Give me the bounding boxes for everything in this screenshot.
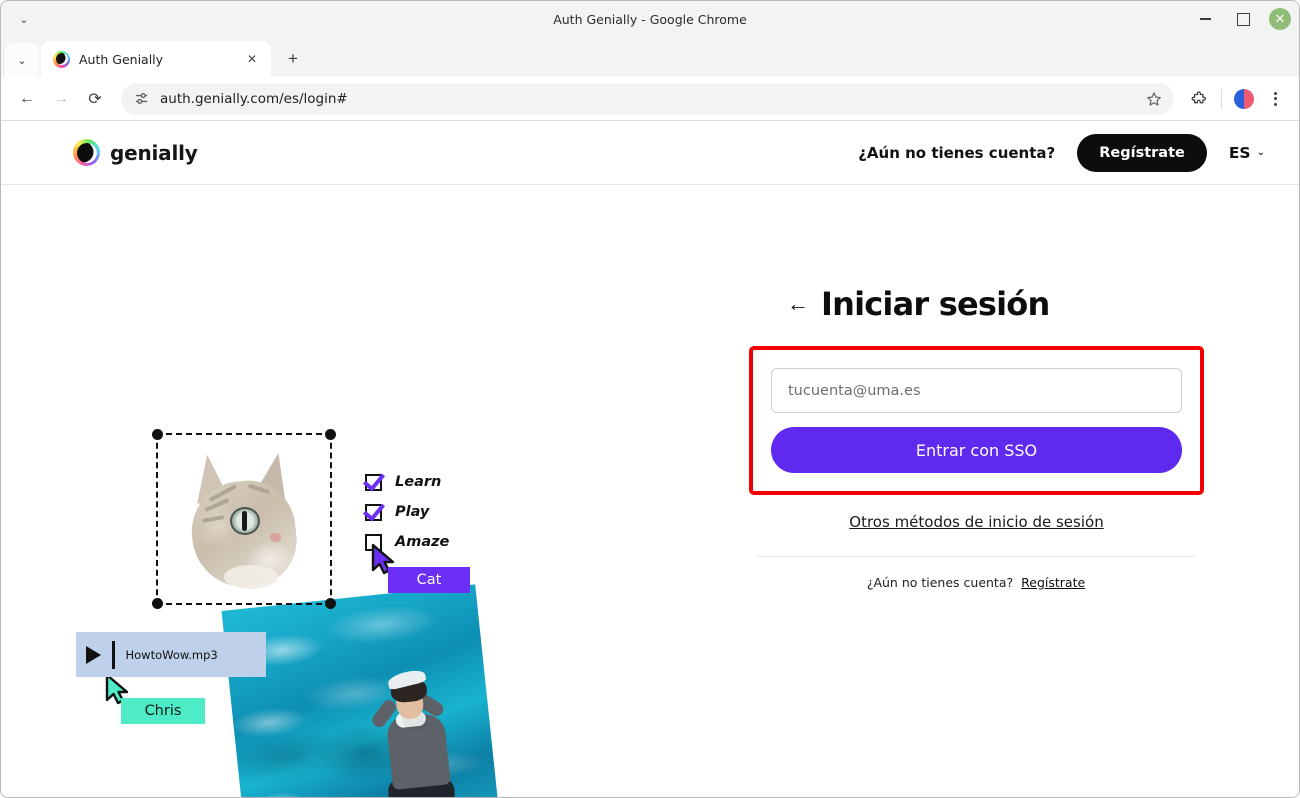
genially-logo[interactable]: genially [73, 139, 198, 166]
resize-handle-top-left[interactable] [152, 429, 163, 440]
audio-file-name: HowtoWow.mp3 [125, 647, 218, 662]
audio-player-widget[interactable]: HowtoWow.mp3 [76, 632, 266, 677]
site-header: genially ¿Aún no tienes cuenta? Regístra… [1, 121, 1299, 185]
tab-strip: ⌄ Auth Genially ✕ + [1, 37, 1299, 77]
window-titlebar: ⌄ Auth Genially - Google Chrome ✕ [1, 1, 1299, 37]
profile-avatar-icon[interactable] [1229, 84, 1259, 114]
sso-highlight-box: Entrar con SSO [749, 346, 1204, 495]
browser-tab[interactable]: Auth Genially ✕ [41, 41, 271, 77]
page-content: genially ¿Aún no tienes cuenta? Regístra… [1, 121, 1299, 797]
header-signup-button[interactable]: Regístrate [1077, 133, 1207, 172]
play-triangle-icon[interactable] [86, 645, 101, 664]
checklist-label: Play [395, 504, 430, 520]
window-title: Auth Genially - Google Chrome [553, 11, 747, 27]
login-form: ← Iniciar sesión Entrar con SSO Otros mé… [749, 285, 1204, 590]
kebab-menu-icon[interactable] [1261, 85, 1289, 113]
sso-login-button[interactable]: Entrar con SSO [771, 427, 1182, 473]
checkbox-learn-icon[interactable] [365, 473, 382, 491]
checklist-item[interactable]: Learn [365, 467, 449, 497]
resize-handle-top-right[interactable] [325, 429, 336, 440]
other-login-methods-link[interactable]: Otros métodos de inicio de sesión [749, 513, 1204, 531]
chevron-down-icon: ⌄ [1256, 147, 1265, 158]
back-button[interactable]: ← [11, 83, 43, 115]
cat-selection-frame[interactable] [152, 429, 336, 609]
toolbar-divider [1221, 88, 1222, 109]
star-icon[interactable] [1140, 85, 1168, 113]
checklist-item[interactable]: Play [365, 497, 449, 527]
login-page-body: Learn Play Amaze Cat Chris HowtoWow.mp3 … [1, 185, 1299, 797]
resize-handle-bottom-left[interactable] [152, 598, 163, 609]
email-input[interactable] [771, 368, 1182, 413]
signup-question: ¿Aún no tienes cuenta? [866, 575, 1014, 590]
language-label: ES [1228, 143, 1251, 162]
close-window-button[interactable]: ✕ [1269, 8, 1291, 30]
new-tab-button[interactable]: + [279, 45, 307, 73]
puzzle-piece-icon[interactable] [1184, 84, 1214, 114]
checklist-label: Amaze [395, 534, 450, 550]
checkbox-play-icon[interactable] [365, 503, 382, 521]
tab-title: Auth Genially [79, 51, 164, 67]
window-controls: ✕ [1193, 1, 1291, 37]
header-actions: ¿Aún no tienes cuenta? Regístrate ES ⌄ [858, 133, 1265, 172]
header-no-account-text: ¿Aún no tienes cuenta? [858, 143, 1056, 162]
reload-button[interactable]: ⟳ [79, 83, 111, 115]
checklist-label: Learn [395, 474, 442, 490]
signup-prompt: ¿Aún no tienes cuenta? Regístrate [757, 575, 1195, 590]
page-title: Iniciar sesión [821, 285, 1050, 323]
back-arrow-icon[interactable]: ← [787, 293, 809, 315]
close-tab-icon[interactable]: ✕ [243, 50, 261, 68]
login-title-row: ← Iniciar sesión [757, 285, 1195, 323]
resize-handle-bottom-right[interactable] [325, 598, 336, 609]
genially-mark-icon [73, 139, 100, 166]
player-meta: HowtoWow.mp3 [126, 646, 257, 664]
forward-button[interactable]: → [45, 83, 77, 115]
tab-search-chevron-down-icon[interactable]: ⌄ [15, 11, 33, 27]
browser-toolbar: ← → ⟳ auth.genially.com/es/login# [1, 77, 1299, 121]
minimize-button[interactable] [1193, 7, 1217, 31]
collaborator-tag-cat: Cat [388, 567, 470, 593]
brand-name: genially [110, 140, 198, 165]
hero-illustration: Learn Play Amaze Cat Chris HowtoWow.mp3 [1, 185, 651, 797]
section-divider [757, 556, 1195, 557]
language-selector[interactable]: ES ⌄ [1229, 144, 1265, 162]
login-form-column: ← Iniciar sesión Entrar con SSO Otros mé… [651, 185, 1299, 797]
address-bar[interactable]: auth.genially.com/es/login# [121, 82, 1174, 115]
collaborator-tag-chris: Chris [121, 698, 205, 724]
glacier-explorer-photo [221, 584, 502, 797]
cat-head-cutout [186, 447, 312, 597]
photo-person [358, 659, 471, 797]
url-text: auth.genially.com/es/login# [160, 90, 348, 107]
browser-window: ⌄ Auth Genially - Google Chrome ✕ ⌄ Auth… [0, 0, 1300, 798]
genially-favicon-icon [53, 50, 70, 68]
maximize-button[interactable] [1231, 7, 1255, 31]
tune-sliders-icon[interactable] [133, 90, 150, 107]
player-divider [112, 640, 115, 669]
signup-link[interactable]: Regístrate [1021, 575, 1085, 590]
tab-list-chevron-down-icon[interactable]: ⌄ [5, 43, 39, 77]
